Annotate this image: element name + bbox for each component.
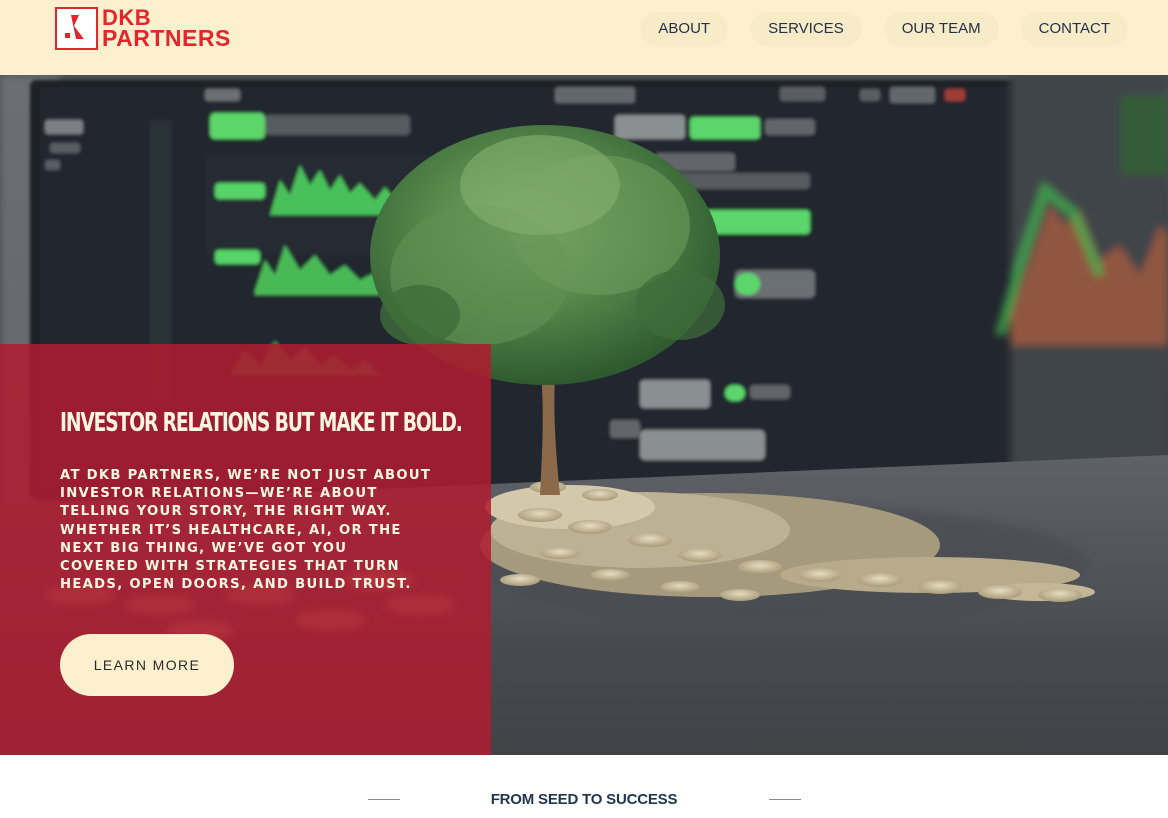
nav-about[interactable]: ABOUT — [640, 12, 729, 46]
hero-title: INVESTOR RELATIONS BUT MAKE IT BOLD. — [60, 408, 463, 438]
hero-section: INVESTOR RELATIONS BUT MAKE IT BOLD. AT … — [0, 75, 1168, 755]
section-heading: FROM SEED TO SUCCESS — [490, 791, 678, 808]
learn-more-button[interactable]: LEARN MORE — [60, 634, 234, 696]
site-header: DKB PARTNERS ABOUT SERVICES OUR TEAM CON… — [0, 0, 1168, 75]
hero-text-panel: INVESTOR RELATIONS BUT MAKE IT BOLD. AT … — [0, 344, 491, 755]
brand-logo[interactable]: DKB PARTNERS — [55, 7, 230, 51]
nav-services[interactable]: SERVICES — [750, 12, 862, 46]
logo-text-line2: PARTNERS — [102, 25, 231, 51]
hero-description: AT DKB PARTNERS, WE’RE NOT JUST ABOUT IN… — [60, 468, 432, 593]
main-nav: ABOUT SERVICES OUR TEAM CONTACT — [640, 12, 1128, 46]
nav-contact[interactable]: CONTACT — [1020, 12, 1128, 46]
seed-to-success-section: FROM SEED TO SUCCESS — [0, 755, 1168, 818]
nav-our-team[interactable]: OUR TEAM — [883, 12, 999, 46]
dkb-k-mark-icon — [55, 7, 98, 50]
